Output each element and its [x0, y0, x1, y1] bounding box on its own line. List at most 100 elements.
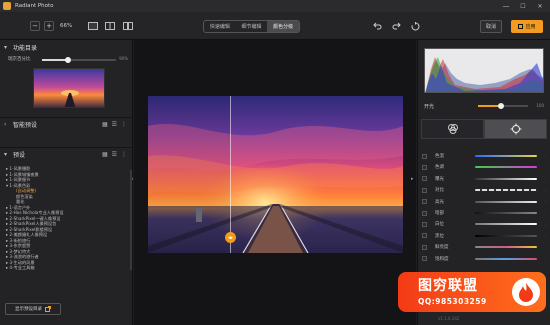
adjustment-slider[interactable] [474, 212, 537, 214]
open-presets-folder-button[interactable]: 显示预设目录 [5, 303, 61, 315]
exposure-slider-knob[interactable] [497, 103, 504, 109]
exposure-slider[interactable] [478, 103, 528, 109]
strength-slider-knob[interactable] [64, 56, 71, 63]
adjustment-row[interactable]: 色温 ◦ [421, 151, 547, 161]
adjustment-row[interactable]: 饱和度 ◦ [421, 254, 547, 264]
adjustment-slider[interactable] [474, 246, 537, 249]
adjustment-reset-icon[interactable]: ◦ [545, 188, 547, 193]
color-wheel-icon [447, 124, 458, 134]
window-title: Radiant Photo [15, 3, 54, 9]
tab-color-grading[interactable]: 颜色分级 [267, 21, 300, 32]
compare-split-handle[interactable]: ◂▸ [225, 232, 236, 243]
adjustment-reset-icon[interactable]: ◦ [545, 199, 547, 204]
adjustment-reset-icon[interactable]: ◦ [545, 154, 547, 159]
adjustment-reset-icon[interactable]: ◦ [545, 222, 547, 227]
adjustment-row[interactable]: 鲜亮度 ◦ [421, 242, 547, 252]
open-presets-folder-label: 显示预设目录 [15, 307, 42, 312]
zoom-out-button[interactable]: − [30, 21, 40, 31]
adjustment-checkbox[interactable] [422, 210, 427, 216]
adjustment-slider[interactable] [474, 223, 537, 226]
edit-mode-tabs: 快速编辑 细节编辑 颜色分级 [203, 20, 300, 33]
grid-view-icon[interactable]: ▦ [102, 151, 108, 158]
preset-tree-item[interactable]: ▸ 4-专业工具箱 [6, 265, 126, 271]
preview-photo[interactable] [148, 96, 403, 253]
adjustment-checkbox[interactable] [422, 153, 427, 159]
left-panel-scrollbar[interactable] [130, 170, 132, 270]
compare-split-line[interactable] [230, 96, 231, 253]
side-by-side-view-icon[interactable] [123, 21, 133, 31]
adjustment-reset-icon[interactable]: ◦ [545, 245, 547, 250]
apply-button[interactable]: 应用 [511, 20, 543, 33]
adjustment-slider[interactable] [474, 166, 537, 169]
presets-title: 预设 [13, 152, 26, 159]
top-toolbar: − + 66% 快速编辑 细节编辑 颜色分级 取消 应用 [0, 12, 550, 40]
adjustment-checkbox[interactable] [422, 244, 427, 250]
zoom-in-button[interactable]: + [44, 21, 54, 31]
adjustment-checkbox[interactable] [422, 176, 427, 182]
adjustment-row[interactable]: 黑位 ◦ [421, 231, 547, 241]
more-icon[interactable]: ⋮ [121, 121, 127, 128]
undo-icon[interactable] [372, 21, 382, 31]
apply-icon [518, 24, 524, 29]
more-icon[interactable]: ⋮ [121, 151, 127, 158]
adjustment-checkbox[interactable] [422, 233, 427, 239]
tab-detail-edit[interactable]: 细节编辑 [236, 21, 268, 32]
external-link-icon [45, 306, 51, 312]
adjustment-row[interactable]: 白位 ◦ [421, 219, 547, 229]
adjustment-label: 对比 [434, 188, 444, 194]
split-view-icon[interactable] [105, 21, 115, 31]
watermark-logo-icon [512, 278, 540, 306]
adjustment-label: 高光 [434, 199, 444, 205]
adjustment-slider[interactable] [474, 177, 537, 180]
reset-icon[interactable] [410, 21, 420, 31]
adjustment-label: 黑位 [434, 233, 444, 239]
adjustment-reset-icon[interactable]: ◦ [545, 211, 547, 216]
tab-quick-edit[interactable]: 快速编辑 [204, 21, 236, 32]
tool-tabs [421, 119, 547, 139]
adjustment-checkbox[interactable] [422, 164, 427, 170]
adjustment-label: 色调 [434, 165, 444, 171]
adjustment-row[interactable]: 对比 ◦ [421, 185, 547, 195]
minimize-button[interactable]: — [498, 0, 514, 12]
strength-slider[interactable] [42, 56, 116, 63]
adjustment-label: 鲜亮度 [434, 245, 449, 251]
adjustment-row[interactable]: 色调 ◦ [421, 162, 547, 172]
adjustment-slider[interactable] [474, 200, 537, 203]
adjustment-reset-icon[interactable]: ◦ [545, 165, 547, 170]
list-view-icon[interactable]: ☰ [112, 121, 117, 128]
single-view-icon[interactable] [88, 21, 98, 31]
strength-label: 瑞京百分比 [8, 57, 31, 62]
adjustment-slider[interactable] [474, 234, 537, 237]
collapse-right-panel-icon[interactable]: ▸ [411, 176, 414, 182]
tab-target-adjust[interactable] [484, 119, 547, 139]
grid-view-icon[interactable]: ▦ [102, 121, 108, 128]
adjustment-checkbox[interactable] [422, 256, 427, 262]
redo-icon[interactable] [391, 21, 401, 31]
adjustment-slider[interactable] [474, 155, 537, 157]
adjustment-row[interactable]: 曝光 ◦ [421, 174, 547, 184]
adjustment-reset-icon[interactable]: ◦ [545, 256, 547, 261]
exposure-value: 100 [536, 103, 544, 108]
adjustment-slider[interactable] [474, 257, 537, 260]
adjustment-reset-icon[interactable]: ◦ [545, 176, 547, 181]
adjustment-label: 曝光 [434, 176, 444, 182]
adjustment-row[interactable]: 暗部 ◦ [421, 208, 547, 218]
adjustment-row[interactable]: 高光 ◦ [421, 197, 547, 207]
adjustment-slider[interactable] [474, 189, 537, 192]
presets-section-header[interactable]: ▾ 预设 ▦ ☰ ⋮ [0, 147, 133, 161]
adjustment-checkbox[interactable] [422, 187, 427, 193]
adjustment-reset-icon[interactable]: ◦ [545, 233, 547, 238]
adjustment-checkbox[interactable] [422, 221, 427, 227]
cancel-button[interactable]: 取消 [480, 20, 502, 33]
smart-presets-section-header[interactable]: › 智能预设 ▦ ☰ ⋮ [0, 117, 133, 131]
features-section-header[interactable]: ▾ 功能目录 [0, 40, 133, 54]
maximize-button[interactable]: ☐ [515, 0, 531, 12]
tab-color-wheels[interactable] [421, 119, 484, 139]
list-view-icon[interactable]: ☰ [112, 151, 117, 158]
histogram [424, 48, 544, 93]
adjustment-checkbox[interactable] [422, 199, 427, 205]
chevron-down-icon: ▾ [4, 43, 8, 51]
preview-thumbnail [33, 68, 105, 108]
close-button[interactable]: ✕ [532, 0, 548, 12]
version-label: v1.1.0.242 [438, 316, 460, 321]
